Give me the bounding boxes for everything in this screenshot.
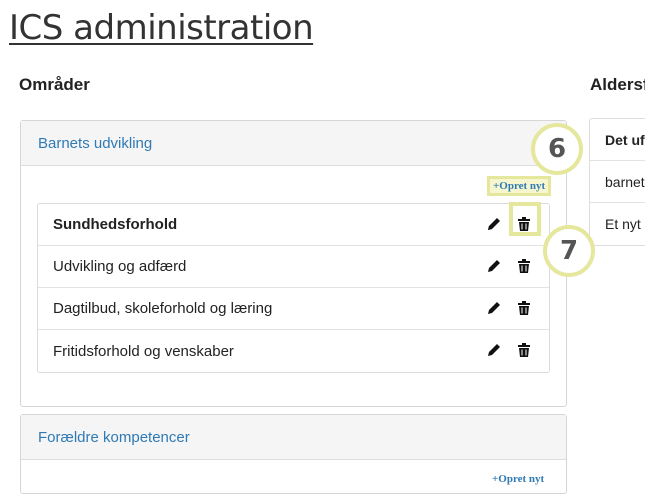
pencil-icon[interactable] (486, 342, 502, 358)
panel-title[interactable]: Barnets udvikling (38, 135, 152, 152)
pencil-icon[interactable] (486, 300, 502, 316)
item-label: Sundhedsforhold (53, 216, 178, 233)
pencil-icon[interactable] (486, 216, 502, 232)
list-item: Fritidsforhold og venskaber (38, 330, 549, 372)
item-label: Dagtilbud, skoleforhold og læring (53, 300, 273, 317)
area-item-list: Sundhedsforhold Udvikling og adfærd Dagt… (37, 203, 550, 373)
item-label: Fritidsforhold og venskaber (53, 342, 234, 360)
panel-title[interactable]: Forældre kompetencer (38, 429, 190, 446)
trash-icon[interactable] (516, 342, 532, 358)
step-badge-7: 7 (543, 225, 595, 277)
list-item: Det uf (590, 119, 645, 161)
trash-icon[interactable] (516, 216, 532, 232)
step-badge-6: 6 (531, 123, 583, 175)
trash-icon[interactable] (516, 300, 532, 316)
panel-foraeldre-kompetencer: Forældre kompetencer +Opret nyt (20, 414, 567, 494)
create-new-button[interactable]: +Opret nyt (487, 176, 552, 196)
panel-header[interactable]: Barnets udvikling (21, 121, 566, 166)
list-item[interactable]: Et nyt (590, 203, 645, 245)
age-group-panel: Det uf barnet Et nyt (589, 118, 645, 246)
item-label: Udvikling og adfærd (53, 258, 187, 275)
page-title: ICS administration (9, 8, 314, 48)
areas-heading: Områder (19, 75, 90, 94)
create-new-button[interactable]: +Opret nyt (489, 472, 547, 486)
list-item: Udvikling og adfærd (38, 246, 549, 288)
pencil-icon[interactable] (486, 258, 502, 274)
age-heading: Aldersf (590, 75, 645, 94)
list-item[interactable]: barnet (590, 161, 645, 203)
panel-barnets-udvikling: Barnets udvikling +Opret nyt Sundhedsfor… (20, 120, 567, 407)
trash-icon[interactable] (516, 258, 532, 274)
list-item: Dagtilbud, skoleforhold og læring (38, 288, 549, 330)
list-item: Sundhedsforhold (38, 204, 549, 246)
panel-header[interactable]: Forældre kompetencer (21, 415, 566, 460)
